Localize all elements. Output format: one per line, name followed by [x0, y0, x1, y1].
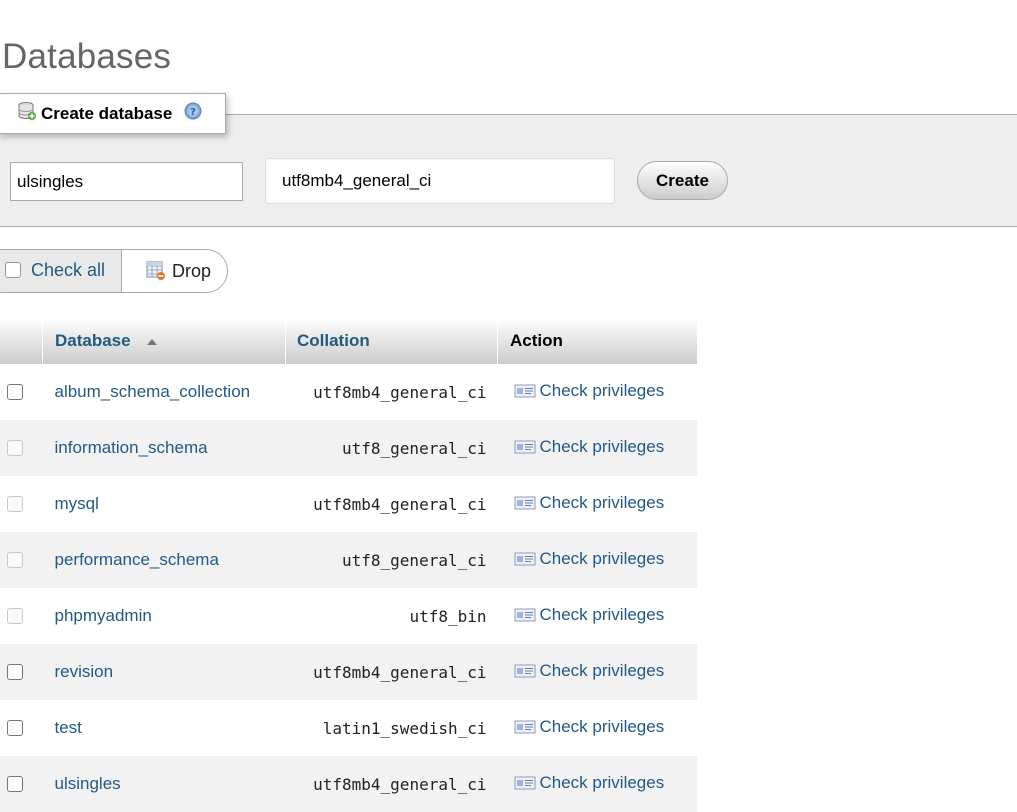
check-privileges-label[interactable]: Check privileges [540, 717, 665, 736]
privileges-icon[interactable] [514, 551, 536, 572]
privileges-icon[interactable] [514, 383, 536, 404]
check-privileges-link[interactable]: Check privileges [497, 532, 697, 588]
privileges-icon[interactable] [514, 607, 536, 628]
row-checkbox[interactable] [7, 720, 23, 736]
privileges-icon[interactable] [514, 495, 536, 516]
database-collation: utf8_bin [285, 588, 498, 644]
header-database[interactable]: Database [42, 318, 286, 364]
databases-table: Database Collation Action album_schema_c… [0, 318, 697, 812]
check-all-checkbox[interactable] [5, 262, 21, 278]
database-collation: utf8mb4_general_ci [285, 644, 498, 700]
header-collation[interactable]: Collation [285, 318, 498, 364]
check-privileges-label[interactable]: Check privileges [540, 661, 665, 680]
header-action-label: Action [510, 331, 563, 350]
row-checkbox-cell [0, 364, 43, 420]
privileges-icon[interactable] [514, 719, 536, 740]
row-checkbox[interactable] [7, 776, 23, 792]
row-checkbox-cell [0, 644, 43, 700]
table-row: album_schema_collection utf8mb4_general_c… [0, 364, 697, 420]
database-name-link[interactable]: mysql [42, 476, 286, 532]
row-checkbox-cell [0, 700, 43, 756]
collation-select[interactable]: utf8mb4_general_ci [265, 158, 615, 204]
check-privileges-label[interactable]: Check privileges [540, 605, 665, 624]
check-privileges-label[interactable]: Check privileges [540, 381, 665, 400]
row-checkbox [7, 440, 23, 456]
sort-ascending-icon[interactable] [146, 339, 157, 345]
check-privileges-label[interactable]: Check privileges [540, 437, 665, 456]
row-checkbox-cell [0, 756, 43, 812]
database-name-input[interactable] [10, 162, 243, 201]
drop-database-icon [146, 261, 166, 286]
check-privileges-link[interactable]: Check privileges [497, 756, 697, 812]
database-name-link[interactable]: phpmyadmin [42, 588, 286, 644]
table-header-row: Database Collation Action [0, 318, 697, 364]
database-collation: utf8mb4_general_ci [285, 756, 498, 812]
create-button[interactable]: Create [637, 161, 728, 200]
database-add-icon [17, 101, 37, 126]
row-checkbox[interactable] [7, 384, 23, 400]
check-privileges-label[interactable]: Check privileges [540, 773, 665, 792]
privileges-icon[interactable] [514, 775, 536, 796]
help-icon[interactable]: ? [184, 102, 202, 125]
svg-text:?: ? [190, 107, 196, 118]
table-row: information_schema utf8_general_ci Check p… [0, 420, 697, 476]
database-collation: latin1_swedish_ci [285, 700, 498, 756]
row-checkbox[interactable] [7, 664, 23, 680]
row-checkbox [7, 608, 23, 624]
privileges-icon[interactable] [514, 663, 536, 684]
table-row: performance_schema utf8_general_ci Check p… [0, 532, 697, 588]
check-privileges-link[interactable]: Check privileges [497, 644, 697, 700]
database-collation: utf8_general_ci [285, 532, 498, 588]
row-checkbox-cell [0, 588, 43, 644]
table-row: phpmyadmin utf8_bin Check privileges [0, 588, 697, 644]
database-name-link[interactable]: performance_schema [42, 532, 286, 588]
database-name-link[interactable]: test [42, 700, 286, 756]
database-collation: utf8mb4_general_ci [285, 476, 498, 532]
table-row: revision utf8mb4_general_ci Check privileg… [0, 644, 697, 700]
page-title: Databases [2, 37, 172, 77]
check-privileges-label[interactable]: Check privileges [540, 493, 665, 512]
row-checkbox-cell [0, 532, 43, 588]
header-action: Action [497, 318, 697, 364]
row-checkbox [7, 552, 23, 568]
database-collation: utf8mb4_general_ci [285, 364, 498, 420]
row-checkbox [7, 496, 23, 512]
table-row: mysql utf8mb4_general_ci Check privileges [0, 476, 697, 532]
privileges-icon[interactable] [514, 439, 536, 460]
row-checkbox-cell [0, 476, 43, 532]
database-name-link[interactable]: album_schema_collection [42, 364, 286, 420]
table-row: ulsingles utf8mb4_general_ci Check privile… [0, 756, 697, 812]
check-all-label[interactable]: Check all [31, 260, 105, 281]
drop-button-label: Drop [172, 260, 212, 281]
create-database-legend-label: Create database [41, 103, 173, 123]
header-database-label[interactable]: Database [55, 331, 131, 350]
database-name-link[interactable]: ulsingles [42, 756, 286, 812]
database-name-link[interactable]: information_schema [42, 420, 286, 476]
database-collation: utf8_general_ci [285, 420, 498, 476]
create-database-legend: Create database ? [0, 93, 226, 134]
check-privileges-label[interactable]: Check privileges [540, 549, 665, 568]
table-row: test latin1_swedish_ci Check privileges [0, 700, 697, 756]
check-privileges-link[interactable]: Check privileges [497, 588, 697, 644]
drop-button[interactable]: Drop [121, 249, 228, 293]
check-privileges-link[interactable]: Check privileges [497, 700, 697, 756]
check-privileges-link[interactable]: Check privileges [497, 420, 697, 476]
header-checkbox-column [0, 318, 43, 364]
check-privileges-link[interactable]: Check privileges [497, 476, 697, 532]
row-checkbox-cell [0, 420, 43, 476]
header-collation-label[interactable]: Collation [297, 331, 370, 350]
check-privileges-link[interactable]: Check privileges [497, 364, 697, 420]
database-name-link[interactable]: revision [42, 644, 286, 700]
